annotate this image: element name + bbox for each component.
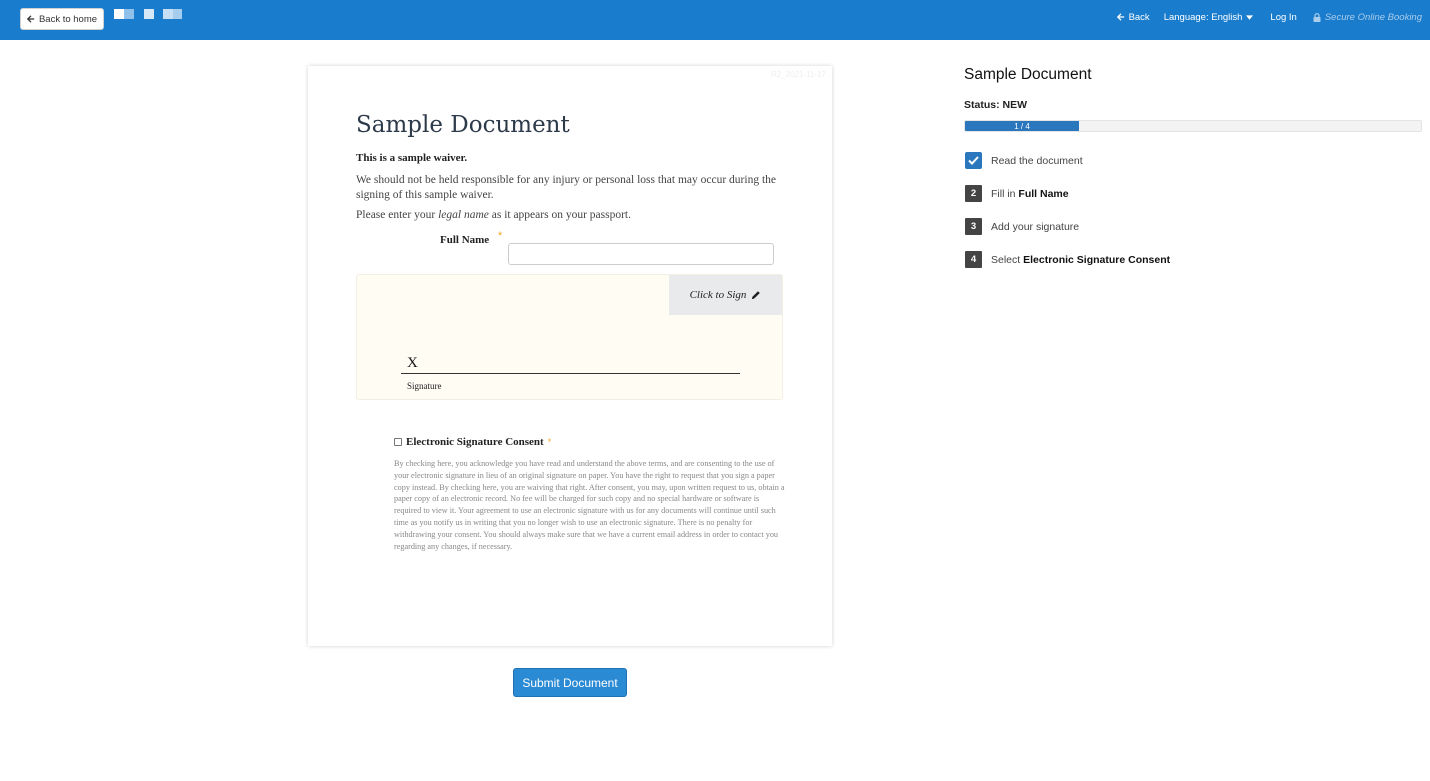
back-link-label: Back	[1128, 11, 1150, 23]
document-card: R2_2021-11-17 Sample Document This is a …	[308, 66, 832, 646]
step-fill-full-name: 2 Fill in Full Name	[965, 185, 1069, 202]
lock-icon	[1313, 12, 1321, 22]
step-prefix: Read the document	[991, 154, 1083, 167]
legal-name-emphasis: legal name	[438, 209, 489, 221]
back-link[interactable]: Back	[1116, 11, 1150, 23]
back-to-home-button[interactable]: Back to home	[20, 8, 104, 30]
click-to-sign-label: Click to Sign	[689, 289, 747, 301]
step-prefix: Select	[991, 253, 1024, 266]
step-text: Add your signature	[991, 221, 1079, 233]
secure-booking-indicator: Secure Online Booking	[1313, 12, 1422, 23]
full-name-label: Full Name	[440, 234, 490, 246]
signature-area: Click to Sign X Signature	[356, 274, 783, 400]
step-text: Select Electronic Signature Consent	[991, 254, 1170, 266]
step-select-consent: 4 Select Electronic Signature Consent	[965, 251, 1170, 268]
step-text: Fill in Full Name	[991, 188, 1069, 200]
full-name-input[interactable]	[508, 243, 774, 265]
step-number: 2	[965, 185, 982, 202]
signature-x-mark: X	[407, 355, 418, 371]
document-title: Sample Document	[356, 112, 570, 138]
consent-label: Electronic Signature Consent	[406, 436, 544, 448]
language-label: Language: English	[1163, 11, 1243, 23]
click-to-sign-button[interactable]: Click to Sign	[669, 275, 782, 315]
step-read-document: Read the document	[965, 152, 1083, 169]
signature-line	[401, 373, 740, 374]
back-to-home-label: Back to home	[38, 13, 98, 25]
signature-label: Signature	[407, 381, 442, 391]
legal-prefix: Please enter your	[356, 209, 439, 221]
intro-text: This is a sample waiver.	[356, 152, 468, 164]
step-bold: Full Name	[1018, 187, 1069, 200]
step-prefix: Fill in	[991, 187, 1019, 200]
secure-booking-label: Secure Online Booking	[1324, 11, 1422, 23]
language-dropdown[interactable]: Language: English	[1164, 12, 1254, 23]
required-star-icon: *	[547, 437, 552, 447]
step-complete-marker	[965, 152, 982, 169]
consent-description: By checking here, you acknowledge you ha…	[394, 459, 785, 551]
legal-suffix: as it appears on your passport.	[488, 209, 631, 221]
consent-row: Electronic Signature Consent *	[394, 436, 551, 448]
status-label: Status: NEW	[964, 99, 1027, 111]
legal-name-instruction: Please enter your legal name as it appea…	[356, 209, 631, 221]
step-text: Read the document	[991, 155, 1083, 167]
document-id: R2_2021-11-17	[770, 70, 826, 79]
check-icon	[968, 156, 979, 165]
login-label: Log In	[1270, 11, 1297, 23]
caret-down-icon	[1246, 14, 1254, 20]
consent-checkbox[interactable]	[394, 438, 402, 446]
arrow-left-icon	[1116, 13, 1124, 21]
top-nav-links: Back Language: English Log In Secure Onl…	[1116, 0, 1422, 34]
pencil-icon	[752, 291, 761, 299]
arrow-left-icon	[26, 15, 35, 23]
sidebar-title: Sample Document	[964, 66, 1092, 83]
step-add-signature: 3 Add your signature	[965, 218, 1079, 235]
step-number: 3	[965, 218, 982, 235]
login-link[interactable]: Log In	[1270, 12, 1296, 23]
responsibility-text: We should not be held responsible for an…	[356, 174, 777, 201]
progress-bar: 1 / 4	[964, 120, 1422, 132]
step-prefix: Add your signature	[991, 220, 1080, 233]
top-navbar: Back to home Back Language: English Log …	[0, 0, 1430, 40]
step-number: 4	[965, 251, 982, 268]
brand-logo	[114, 9, 182, 19]
progress-fill: 1 / 4	[965, 121, 1079, 131]
step-bold: Electronic Signature Consent	[1023, 253, 1171, 266]
submit-document-button[interactable]: Submit Document	[513, 668, 627, 697]
required-star-icon: *	[498, 230, 503, 242]
